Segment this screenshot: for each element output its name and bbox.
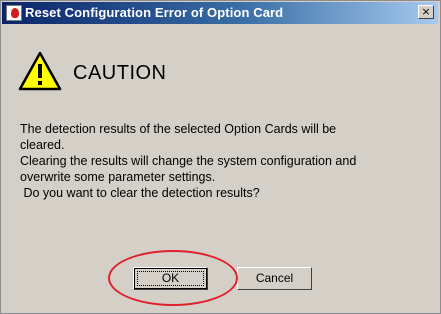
message-line: Clearing the results will change the sys… (20, 154, 357, 168)
caution-label: CAUTION (73, 62, 167, 84)
app-icon-mark (11, 8, 19, 18)
cancel-button-label: Cancel (255, 271, 294, 285)
message-line: Do you want to clear the detection resul… (20, 186, 260, 200)
title-bar[interactable]: Reset Configuration Error of Option Card… (2, 2, 438, 24)
reset-config-dialog: Reset Configuration Error of Option Card… (0, 0, 441, 314)
message-text: The detection results of the selected Op… (20, 121, 430, 201)
focus-rectangle (137, 271, 204, 286)
message-line: cleared. (20, 138, 65, 152)
ok-button[interactable]: OK (133, 267, 208, 290)
message-line: The detection results of the selected Op… (20, 122, 337, 136)
window-title: Reset Configuration Error of Option Card (25, 5, 284, 20)
warning-triangle-icon (18, 51, 62, 91)
cancel-button[interactable]: Cancel (237, 267, 312, 290)
close-icon[interactable]: × (418, 5, 434, 19)
message-line: overwrite some parameter settings. (20, 170, 216, 184)
app-icon (6, 5, 22, 21)
